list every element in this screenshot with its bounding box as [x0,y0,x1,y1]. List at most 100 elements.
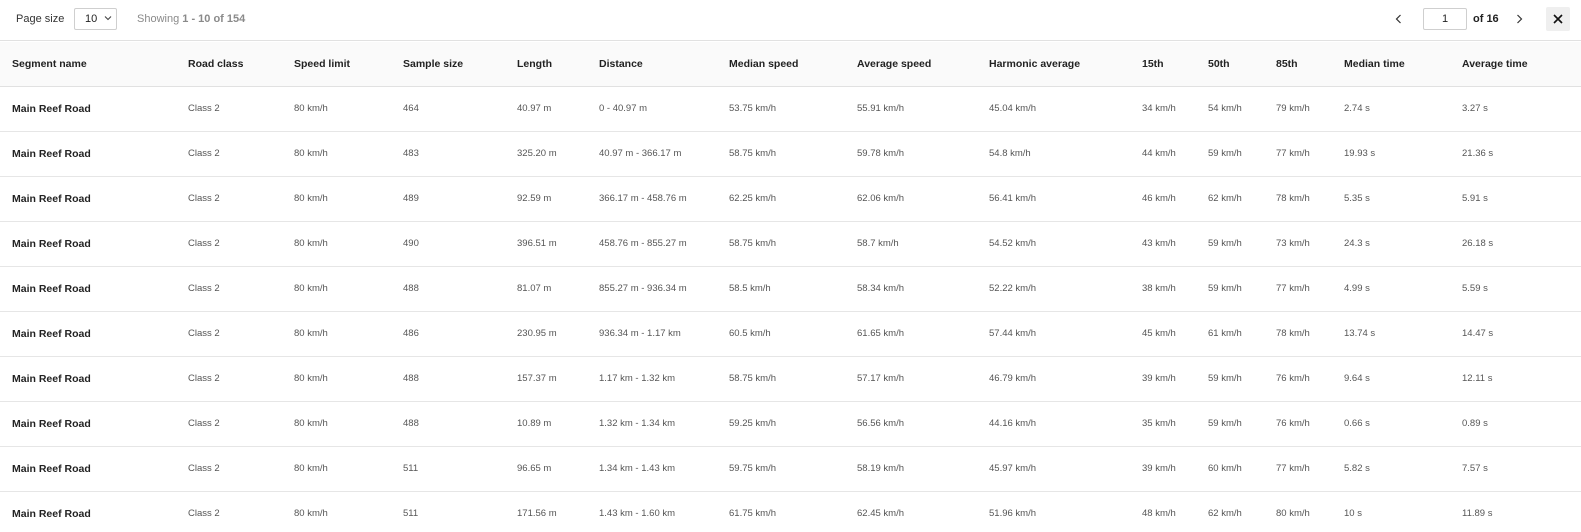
cell-p85: 77 km/h [1264,131,1332,177]
cell-distance: 366.17 m - 458.76 m [587,176,717,222]
table-row[interactable]: Main Reef Road Class 2 80 km/h 483 325.20 m4… [0,131,1581,177]
cell-length: 230.95 m [505,311,587,357]
cell-length: 396.51 m [505,221,587,267]
cell-average-time: 14.47 s [1450,311,1581,357]
table-body: Main Reef Road Class 2 80 km/h 464 40.97 m0 … [0,86,1581,532]
column-header-median-speed[interactable]: Median speed [717,42,845,87]
cell-median-time: 19.93 s [1332,131,1450,177]
column-header-road-class[interactable]: Road class [176,42,282,87]
current-page-input[interactable] [1423,8,1467,30]
cell-p50: 62 km/h [1196,176,1264,222]
cell-distance: 1.17 km - 1.32 km [587,356,717,402]
cell-average-time: 3.27 s [1450,86,1581,132]
column-header-p15[interactable]: 15th [1130,42,1196,87]
column-header-distance[interactable]: Distance [587,42,717,87]
cell-length: 157.37 m [505,356,587,402]
cell-sample-size: 488 [391,356,505,402]
cell-median-time: 9.64 s [1332,356,1450,402]
cell-length: 171.56 m [505,491,587,532]
cell-p50: 59 km/h [1196,356,1264,402]
cell-p15: 38 km/h [1130,266,1196,312]
segments-table: Segment name Road class Speed limit Sample … [0,42,1581,532]
column-header-segment-name[interactable]: Segment name [0,42,176,87]
cell-median-speed: 59.75 km/h [717,446,845,492]
cell-median-time: 0.66 s [1332,401,1450,447]
cell-sample-size: 488 [391,401,505,447]
cell-speed-limit: 80 km/h [282,356,391,402]
cell-distance: 1.34 km - 1.43 km [587,446,717,492]
cell-length: 96.65 m [505,446,587,492]
cell-road-class: Class 2 [176,131,282,177]
column-header-p50[interactable]: 50th [1196,42,1264,87]
cell-p50: 62 km/h [1196,491,1264,532]
table-row[interactable]: Main Reef Road Class 2 80 km/h 488 10.89 m 1.… [0,401,1581,447]
cell-median-speed: 59.25 km/h [717,401,845,447]
cell-average-time: 5.59 s [1450,266,1581,312]
column-header-p85[interactable]: 85th [1264,42,1332,87]
table-row[interactable]: Main Reef Road Class 2 80 km/h 490 396.51 m4… [0,221,1581,267]
cell-median-time: 5.35 s [1332,176,1450,222]
column-header-sample-size[interactable]: Sample size [391,42,505,87]
table-row[interactable]: Main Reef Road Class 2 80 km/h 488 81.07 m 85… [0,266,1581,312]
cell-median-speed: 58.5 km/h [717,266,845,312]
cell-average-time: 26.18 s [1450,221,1581,267]
table-row[interactable]: Main Reef Road Class 2 80 km/h 511 96.65 m 1.… [0,446,1581,492]
cell-p15: 46 km/h [1130,176,1196,222]
cell-road-class: Class 2 [176,356,282,402]
cell-median-time: 24.3 s [1332,221,1450,267]
column-header-harmonic-average[interactable]: Harmonic average [977,42,1130,87]
cell-average-speed: 57.17 km/h [845,356,977,402]
chevron-down-icon [104,16,112,21]
cell-p85: 79 km/h [1264,86,1332,132]
cell-p85: 77 km/h [1264,266,1332,312]
cell-average-speed: 62.06 km/h [845,176,977,222]
cell-average-time: 7.57 s [1450,446,1581,492]
table-row[interactable]: Main Reef Road Class 2 80 km/h 486 230.95 m9… [0,311,1581,357]
table-row[interactable]: Main Reef Road Class 2 80 km/h 511 171.56 m1… [0,491,1581,532]
cell-p15: 39 km/h [1130,446,1196,492]
column-header-average-speed[interactable]: Average speed [845,42,977,87]
cell-speed-limit: 80 km/h [282,176,391,222]
column-header-average-time[interactable]: Average time [1450,42,1581,87]
cell-p50: 59 km/h [1196,266,1264,312]
cell-road-class: Class 2 [176,221,282,267]
cell-average-speed: 58.34 km/h [845,266,977,312]
cell-segment-name: Main Reef Road [0,131,176,177]
cell-harmonic-average: 57.44 km/h [977,311,1130,357]
page-size-value: 10 [85,13,98,25]
cell-length: 10.89 m [505,401,587,447]
cell-speed-limit: 80 km/h [282,446,391,492]
cell-length: 81.07 m [505,266,587,312]
cell-p15: 48 km/h [1130,491,1196,532]
cell-p85: 80 km/h [1264,491,1332,532]
cell-average-time: 12.11 s [1450,356,1581,402]
close-button[interactable] [1546,7,1570,31]
cell-sample-size: 483 [391,131,505,177]
cell-speed-limit: 80 km/h [282,491,391,532]
cell-median-speed: 61.75 km/h [717,491,845,532]
cell-p50: 61 km/h [1196,311,1264,357]
cell-distance: 1.32 km - 1.34 km [587,401,717,447]
column-header-length[interactable]: Length [505,42,587,87]
table-row[interactable]: Main Reef Road Class 2 80 km/h 464 40.97 m0 … [0,86,1581,132]
table-row[interactable]: Main Reef Road Class 2 80 km/h 488 157.37 m1… [0,356,1581,402]
cell-p85: 76 km/h [1264,356,1332,402]
table-row[interactable]: Main Reef Road Class 2 80 km/h 489 92.59 m 36… [0,176,1581,222]
cell-harmonic-average: 54.52 km/h [977,221,1130,267]
showing-summary: Showing 1 - 10 of 154 [137,13,245,25]
cell-speed-limit: 80 km/h [282,311,391,357]
cell-average-speed: 56.56 km/h [845,401,977,447]
cell-harmonic-average: 45.04 km/h [977,86,1130,132]
cell-distance: 855.27 m - 936.34 m [587,266,717,312]
cell-segment-name: Main Reef Road [0,86,176,132]
chevron-left-icon[interactable] [1390,10,1408,28]
column-header-median-time[interactable]: Median time [1332,42,1450,87]
page-size-select[interactable]: 10 [74,8,117,30]
chevron-right-icon[interactable] [1510,10,1528,28]
cell-average-speed: 58.19 km/h [845,446,977,492]
cell-p85: 76 km/h [1264,401,1332,447]
column-header-speed-limit[interactable]: Speed limit [282,42,391,87]
cell-segment-name: Main Reef Road [0,491,176,532]
cell-median-time: 2.74 s [1332,86,1450,132]
cell-road-class: Class 2 [176,176,282,222]
